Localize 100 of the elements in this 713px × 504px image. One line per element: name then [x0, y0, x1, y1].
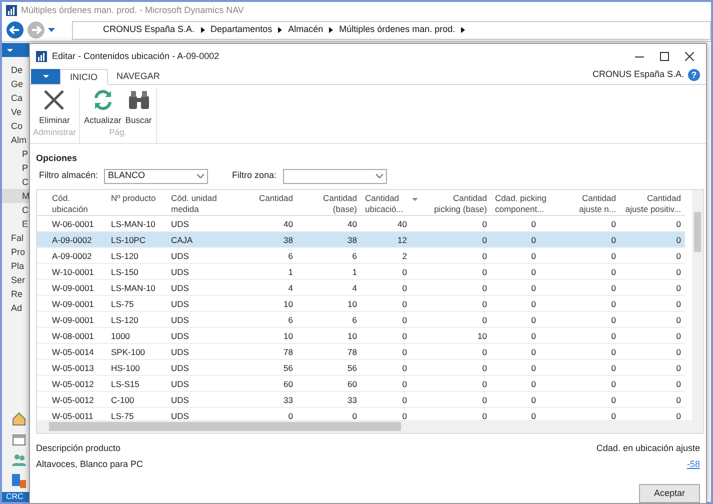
table-cell: 0	[361, 280, 421, 296]
table-cell: 0	[620, 248, 685, 264]
help-button[interactable]: ?	[688, 68, 700, 81]
close-icon[interactable]	[685, 52, 694, 61]
table-row[interactable]: W-09-0001 LS-120 UDS 6 6 0 0 0 0 0	[37, 312, 685, 328]
table-cell: SPK-100	[107, 344, 167, 360]
table-cell: 1	[239, 264, 297, 280]
nav-item[interactable]: Ser	[2, 273, 29, 287]
nav-item[interactable]: P	[2, 147, 29, 161]
app-logo-icon	[36, 50, 47, 62]
table-row[interactable]: W-05-0014 SPK-100 UDS 78 78 0 0 0 0 0	[37, 344, 685, 360]
report-icon[interactable]	[12, 474, 26, 488]
table-cell: 0	[491, 328, 556, 344]
maximize-icon[interactable]	[660, 52, 669, 61]
table-cell: 33	[297, 392, 361, 408]
table-cell: LS-S15	[107, 376, 167, 392]
table-cell: 0	[361, 296, 421, 312]
table-row[interactable]: W-09-0001 LS-MAN-10 UDS 4 4 0 0 0 0 0	[37, 280, 685, 296]
nav-item[interactable]: Pro	[2, 245, 29, 259]
nav-item[interactable]: Ca	[2, 91, 29, 105]
dropdown-icon[interactable]	[48, 28, 55, 32]
breadcrumb-item[interactable]: CRONUS España S.A.	[103, 23, 195, 37]
nav-item[interactable]: P	[2, 161, 29, 175]
column-header[interactable]: Cantidad ajuste n...	[556, 190, 620, 216]
table-cell: 0	[556, 392, 620, 408]
table-cell: HS-100	[107, 360, 167, 376]
value-link[interactable]: -58	[596, 458, 700, 472]
menu-button[interactable]	[2, 43, 29, 57]
table-cell: 2	[361, 248, 421, 264]
table-cell: 0	[491, 280, 556, 296]
address-bar[interactable]: CRONUS España S.A. Departamentos Almacén Múltiples órdenes man. prod.	[72, 20, 711, 40]
nav-item[interactable]: Ad	[2, 301, 29, 315]
home-icon[interactable]	[12, 412, 26, 426]
caret-icon	[7, 48, 13, 52]
table-cell: 0	[620, 264, 685, 280]
nav-item[interactable]: C	[2, 175, 29, 189]
dropdown-field[interactable]	[282, 168, 387, 184]
ribbon-button[interactable]: Buscar	[124, 88, 153, 126]
column-header[interactable]: Cdad. picking component...	[491, 190, 556, 216]
table-row[interactable]: A-09-0002 LS-120 UDS 6 6 2 0 0 0 0	[37, 248, 685, 264]
breadcrumb-item[interactable]: Almacén	[288, 23, 324, 37]
dialog-title: Editar - Contenidos ubicación - A-09-0002	[52, 50, 220, 63]
nav-item[interactable]: Re	[2, 287, 29, 301]
column-header[interactable]: Cantidad	[239, 190, 297, 216]
table-cell: UDS	[167, 296, 239, 312]
ribbon-button[interactable]: Eliminar	[38, 88, 71, 126]
table-row[interactable]: W-10-0001 LS-150 UDS 1 1 0 0 0 0 0	[37, 264, 685, 280]
nav-item[interactable]: Alm	[2, 133, 29, 147]
window-icon[interactable]	[12, 434, 26, 446]
nav-item[interactable]: Pla	[2, 259, 29, 273]
nav-item[interactable]: E	[2, 217, 29, 231]
nav-item[interactable]: Ge	[2, 77, 29, 91]
table-cell: 0	[421, 344, 491, 360]
nav-item[interactable]: Fal	[2, 231, 29, 245]
ribbon-tab[interactable]: NAVEGAR	[108, 68, 169, 84]
column-header[interactable]: Cód. unidad medida	[167, 190, 239, 216]
table-cell: 0	[620, 376, 685, 392]
table-cell: 10	[421, 328, 491, 344]
column-header[interactable]: Cód. ubicación	[37, 190, 107, 216]
table-cell: 10	[297, 328, 361, 344]
back-icon[interactable]	[6, 21, 24, 39]
table-cell: 12	[361, 232, 421, 248]
nav-item[interactable]: De	[2, 63, 29, 77]
table-cell: LS-120	[107, 248, 167, 264]
table-cell: 0	[556, 328, 620, 344]
accept-button[interactable]: Aceptar	[638, 484, 700, 503]
table-row[interactable]: W-09-0001 LS-75 UDS 10 10 0 0 0 0 0	[37, 296, 685, 312]
column-header[interactable]: Cantidad (base)	[297, 190, 361, 216]
column-header[interactable]: Cantidad ubicació...	[361, 190, 421, 216]
nav-item[interactable]: Ve	[2, 105, 29, 119]
people-icon[interactable]	[12, 454, 26, 466]
ribbon-button[interactable]: Actualizar	[82, 88, 122, 126]
table-row[interactable]: A-09-0002 LS-10PC CAJA 38 38 12 0 0 0 0	[37, 232, 685, 248]
table-cell: 0	[491, 344, 556, 360]
menu-button[interactable]	[31, 68, 60, 84]
ribbon-tab[interactable]: INICIO	[60, 68, 108, 85]
column-header[interactable]: Cantidad ajuste positiv...	[620, 190, 685, 216]
breadcrumb-item[interactable]: Departamentos	[210, 23, 272, 37]
table-row[interactable]: W-05-0013 HS-100 UDS 56 56 0 0 0 0 0	[37, 360, 685, 376]
table-cell: 0	[361, 360, 421, 376]
table-cell: 0	[491, 264, 556, 280]
column-header[interactable]: Nº producto	[107, 190, 167, 216]
column-header[interactable]: Cantidad picking (base)	[421, 190, 491, 216]
nav-item[interactable]: C	[2, 203, 29, 217]
table-cell: 0	[361, 264, 421, 280]
table-cell: UDS	[167, 328, 239, 344]
table-cell: 1	[297, 264, 361, 280]
table-cell: 6	[297, 312, 361, 328]
table-row[interactable]: W-05-0012 C-100 UDS 33 33 0 0 0 0 0	[37, 392, 685, 408]
table-cell: 33	[239, 392, 297, 408]
table-cell: 0	[556, 248, 620, 264]
table-row[interactable]: W-05-0012 LS-S15 UDS 60 60 0 0 0 0 0	[37, 376, 685, 392]
horizontal-scrollbar[interactable]	[37, 420, 703, 432]
table-row[interactable]: W-08-0001 1000 UDS 10 10 0 10 0 0 0	[37, 328, 685, 344]
nav-item[interactable]: M	[2, 189, 29, 203]
breadcrumb-item[interactable]: Múltiples órdenes man. prod.	[339, 23, 456, 37]
dropdown-field[interactable]: BLANCO	[104, 168, 208, 184]
table-cell: 60	[297, 376, 361, 392]
nav-item[interactable]: Co	[2, 119, 29, 133]
group-label: Administrar	[33, 126, 76, 140]
